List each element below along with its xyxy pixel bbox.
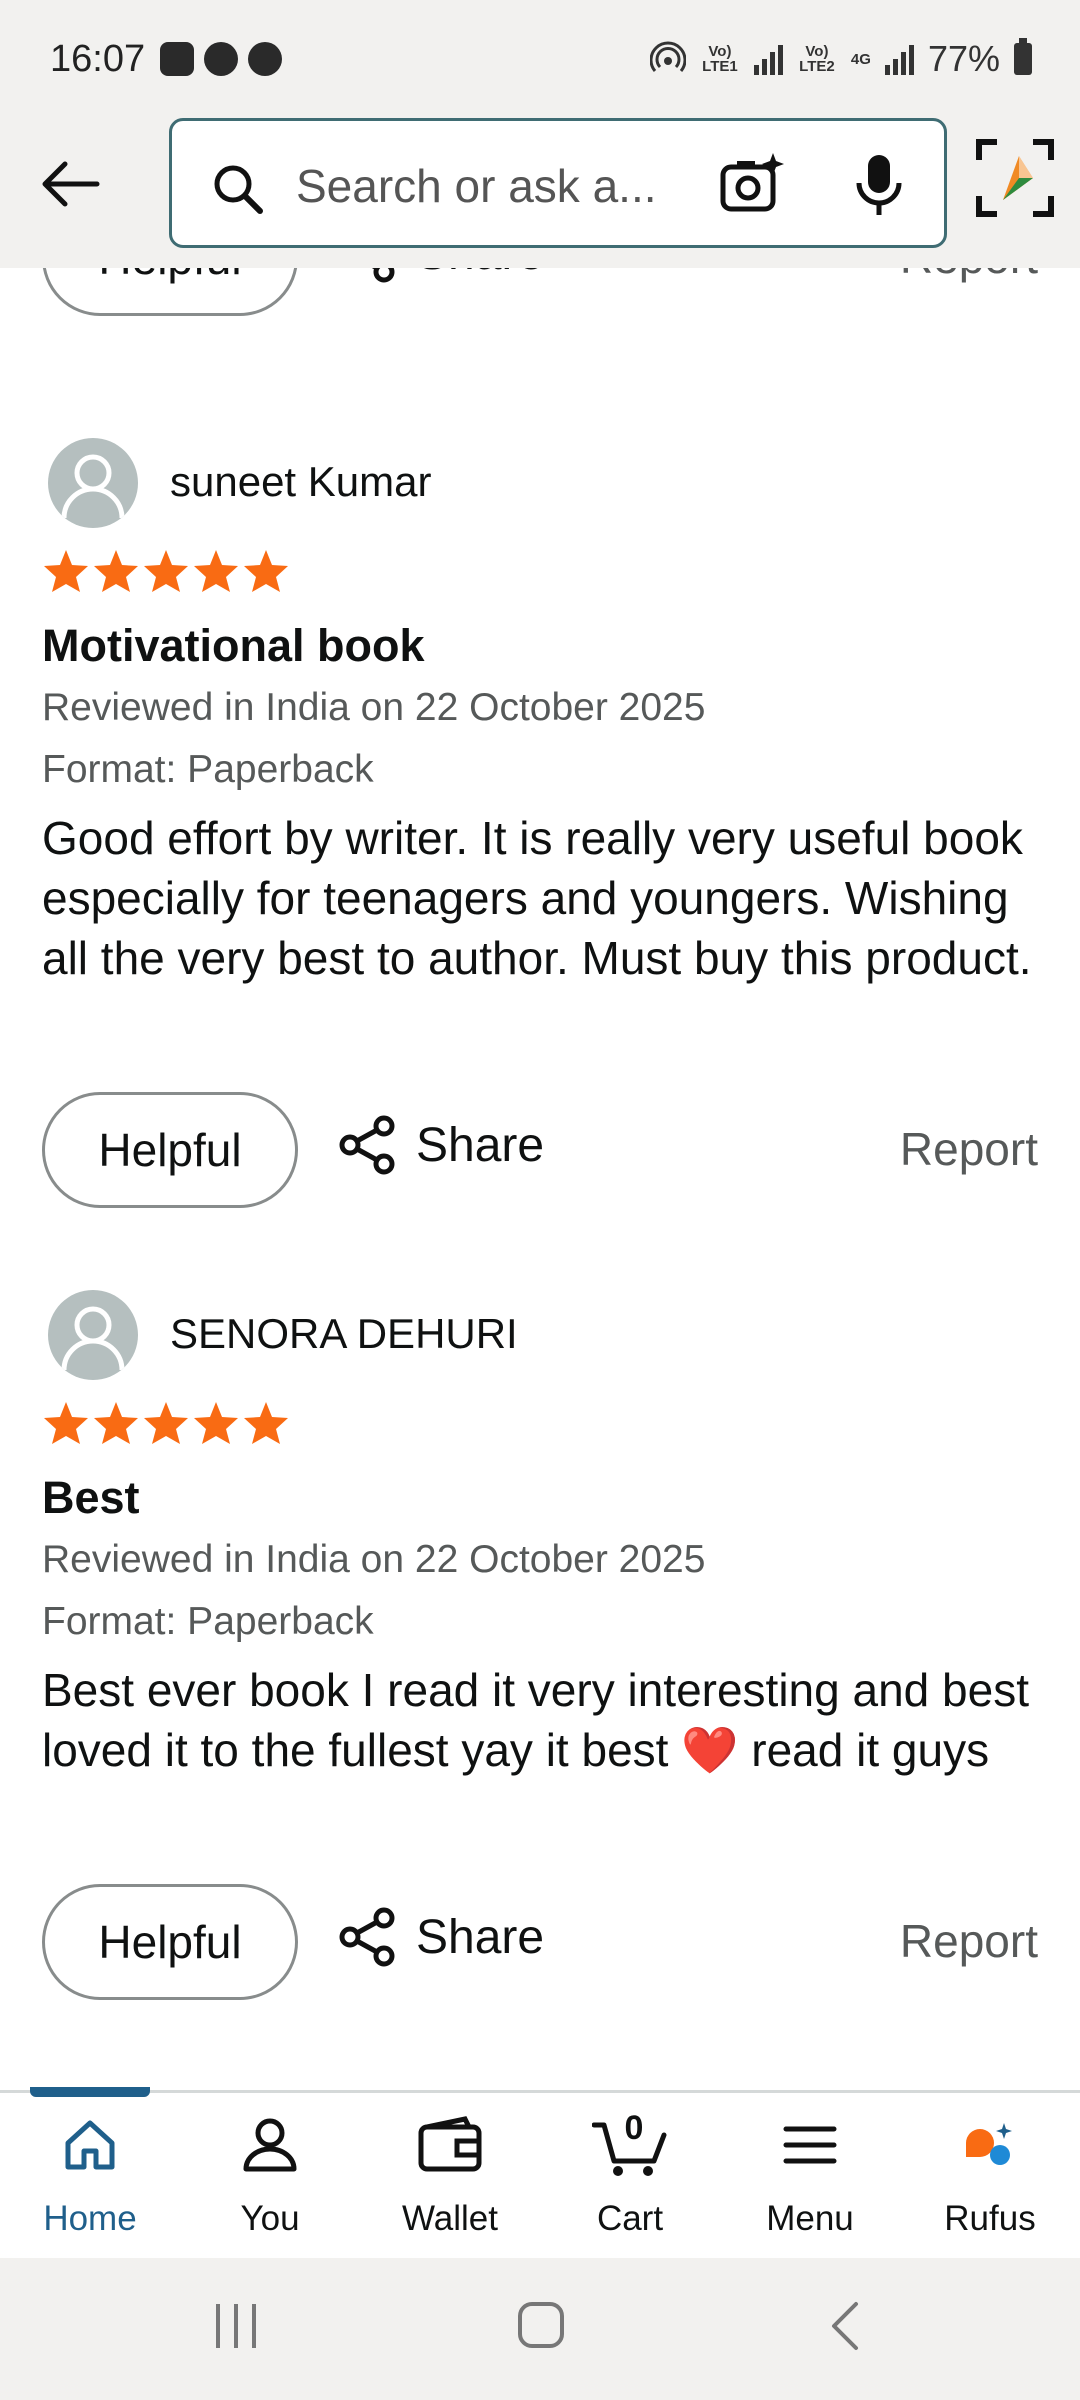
nav-home-label: Home (43, 2199, 137, 2238)
star-icon (194, 1402, 238, 1444)
back-button[interactable] (30, 144, 110, 224)
star-rating (42, 548, 290, 594)
network-type: 4G (850, 50, 871, 68)
sim1-label: Vo) LTE1 (702, 43, 738, 75)
review-format: Format: Paperback (42, 1600, 374, 1643)
avatar (48, 1290, 138, 1380)
review-date: Reviewed in India on 22 October 2025 (42, 686, 706, 729)
review-format: Format: Paperback (42, 748, 374, 791)
person-icon (243, 2118, 297, 2172)
system-back-icon[interactable] (826, 2300, 862, 2352)
notification-icons (160, 42, 282, 76)
user-avatar-icon (61, 454, 125, 519)
system-navigation-bar (0, 2258, 1080, 2400)
review-body: Best ever book I read it very interestin… (42, 1664, 1029, 1776)
review-card: SENORA DEHURI Best Reviewed in India on … (0, 1290, 1080, 1810)
review-card: suneet Kumar Motivational book Reviewed … (0, 438, 1080, 998)
search-input[interactable]: Search or ask a... (169, 118, 947, 248)
reviews-list: Helpful Share Report suneet Kumar Motiva… (0, 268, 1080, 2090)
nav-you-label: You (240, 2199, 300, 2238)
star-icon (194, 550, 238, 592)
signal-2-icon (884, 43, 914, 75)
report-link[interactable]: Report (900, 1122, 1038, 1176)
star-icon (144, 550, 188, 592)
star-icon (244, 550, 288, 592)
app-notification-icon (248, 42, 282, 76)
status-indicators: Vo) LTE1 Vo) LTE2 4G 77% (649, 38, 1032, 80)
nav-cart[interactable]: 0 Cart (540, 2093, 720, 2261)
nav-menu[interactable]: Menu (720, 2093, 900, 2261)
nav-home[interactable]: Home (0, 2093, 180, 2261)
wallet-icon (418, 2116, 482, 2172)
gallery-notification-icon (160, 42, 194, 76)
star-icon (244, 1402, 288, 1444)
share-label: Share (416, 1118, 545, 1172)
share-icon (339, 1907, 395, 1967)
report-link[interactable]: Report (900, 1914, 1038, 1968)
nav-you[interactable]: You (180, 2093, 360, 2261)
reviewer-name: suneet Kumar (170, 458, 432, 505)
star-icon (44, 1402, 88, 1444)
helpful-button[interactable]: Helpful (42, 268, 298, 316)
message-notification-icon (204, 42, 238, 76)
review-title: Best (42, 1472, 140, 1523)
review-actions: Helpful Share Report (0, 1884, 1080, 2000)
hotspot-icon (649, 41, 686, 72)
scan-icon[interactable] (975, 138, 1055, 218)
helpful-button[interactable]: Helpful (42, 1092, 298, 1208)
share-label: Share (416, 268, 544, 281)
review-body: Good effort by writer. It is really very… (42, 812, 1032, 984)
report-link[interactable]: Report (900, 268, 1038, 284)
cart-count-badge: 0 (624, 2109, 644, 2147)
avatar (48, 438, 138, 528)
review-date: Reviewed in India on 22 October 2025 (42, 1538, 706, 1581)
battery-icon (1014, 38, 1032, 75)
nav-rufus[interactable]: Rufus (900, 2093, 1080, 2261)
microphone-icon[interactable] (854, 153, 904, 219)
nav-wallet[interactable]: Wallet (360, 2093, 540, 2261)
sim2-label: Vo) LTE2 (799, 43, 835, 75)
review-title: Motivational book (42, 620, 425, 671)
signal-1-icon (753, 43, 783, 75)
bottom-navigation: Home You Wallet 0 Cart Menu Rufus (0, 2087, 1080, 2261)
battery-percent: 77% (927, 38, 1000, 79)
rufus-icon (966, 2123, 1012, 2165)
arrow-left-icon (42, 161, 100, 207)
status-bar: 16:07 Vo) LTE1 Vo) LTE2 4G 77% (0, 0, 1080, 118)
share-label: Share (416, 1910, 545, 1964)
nav-cart-label: Cart (596, 2199, 664, 2238)
menu-icon (783, 2126, 837, 2164)
review-actions: Helpful Share Report (0, 1092, 1080, 1208)
nav-wallet-label: Wallet (402, 2199, 498, 2238)
share-icon (339, 1115, 395, 1175)
home-button[interactable] (518, 2302, 564, 2348)
camera-search-icon[interactable] (717, 151, 785, 219)
star-rating (42, 1400, 290, 1446)
nav-rufus-label: Rufus (944, 2199, 1036, 2238)
helpful-button[interactable]: Helpful (42, 1884, 298, 2000)
reviewer-name: SENORA DEHURI (170, 1310, 518, 1357)
home-icon (65, 2120, 115, 2170)
share-button[interactable]: Share (336, 268, 544, 284)
star-icon (144, 1402, 188, 1444)
app-header: Search or ask a... (0, 118, 1080, 268)
status-time: 16:07 (50, 38, 146, 80)
user-avatar-icon (61, 1306, 125, 1371)
nav-menu-label: Menu (766, 2199, 854, 2238)
star-icon (94, 550, 138, 592)
recent-apps-button[interactable] (216, 2304, 256, 2348)
share-icon (371, 268, 395, 283)
review-actions-previous: Helpful Share Report (0, 268, 1080, 316)
share-button[interactable]: Share (336, 1114, 544, 1176)
star-icon (94, 1402, 138, 1444)
share-button[interactable]: Share (336, 1906, 544, 1968)
search-icon (214, 165, 263, 214)
star-icon (44, 550, 88, 592)
search-placeholder: Search or ask a... (296, 160, 657, 212)
